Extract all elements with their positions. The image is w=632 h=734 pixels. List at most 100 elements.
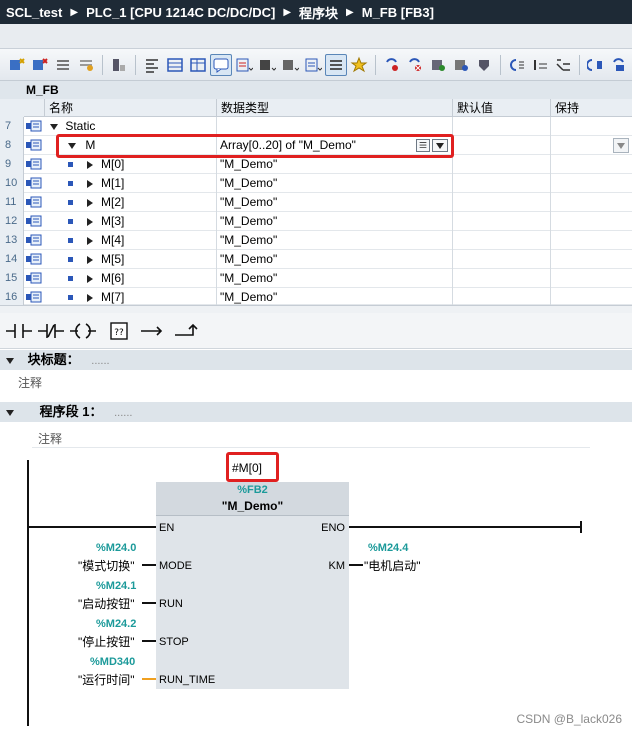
retain-dropdown-button[interactable] (613, 138, 629, 153)
column-header-datatype[interactable]: 数据类型 (216, 99, 452, 117)
row-datatype[interactable]: "M_Demo" (216, 212, 452, 231)
monitor-on-icon[interactable] (381, 54, 403, 76)
row-default[interactable] (452, 193, 550, 212)
km-operand[interactable]: "电机启动" (364, 557, 421, 574)
close-branch-icon[interactable] (172, 318, 202, 344)
plc-icon[interactable] (108, 54, 130, 76)
row-default[interactable] (452, 212, 550, 231)
operand-icon[interactable] (279, 54, 301, 76)
load-start-icon[interactable] (450, 54, 472, 76)
row-default[interactable] (452, 136, 550, 155)
static-icon (26, 215, 42, 227)
stop-address: %M24.2 (96, 618, 137, 630)
row-datatype[interactable]: "M_Demo" (216, 250, 452, 269)
row-default[interactable] (452, 174, 550, 193)
run-operand[interactable]: "启动按钮" (78, 595, 135, 612)
cross-reference-icon[interactable] (552, 54, 574, 76)
function-block[interactable]: %FB2 "M_Demo" EN ENO MODE KM RUN STOP RU… (156, 482, 349, 689)
block-title-placeholder[interactable]: ...... (91, 355, 109, 367)
instance-name[interactable]: #M[0] (232, 461, 262, 475)
comment-icon[interactable] (210, 53, 232, 76)
breadcrumb-plc[interactable]: PLC_1 [CPU 1214C DC/DC/DC] (86, 5, 275, 20)
coil-icon[interactable] (68, 318, 98, 344)
row-datatype[interactable]: "M_Demo" (216, 174, 452, 193)
network-comment[interactable]: 注释 (38, 430, 62, 447)
no-contact-icon[interactable] (4, 318, 34, 344)
compile-icon[interactable] (506, 54, 528, 76)
refresh-icon[interactable] (75, 54, 97, 76)
breadcrumb-block[interactable]: M_FB [FB3] (362, 5, 434, 20)
symbol-address-icon[interactable] (256, 54, 278, 76)
expand-icon[interactable] (87, 217, 93, 226)
row-default[interactable] (452, 269, 550, 288)
row-default[interactable] (452, 250, 550, 269)
network-title-placeholder[interactable]: ...... (114, 407, 132, 419)
address-display-icon[interactable] (302, 54, 324, 76)
network-section[interactable]: 程序段 1： ...... (0, 402, 632, 422)
insert-row-icon[interactable] (6, 54, 28, 76)
row-default[interactable] (452, 117, 550, 136)
expand-icon[interactable] (87, 274, 93, 283)
expand-icon[interactable] (87, 179, 93, 188)
table-row[interactable]: 10 M[1] "M_Demo" (0, 174, 632, 193)
call-structure-icon[interactable] (585, 54, 607, 76)
expand-icon[interactable] (87, 198, 93, 207)
row-retain[interactable] (550, 231, 632, 250)
static-icon (26, 120, 42, 132)
row-retain[interactable] (550, 212, 632, 231)
row-datatype[interactable]: "M_Demo" (216, 231, 452, 250)
goto-icon[interactable] (529, 54, 551, 76)
row-datatype[interactable]: "M_Demo" (216, 269, 452, 288)
favorite-icon[interactable] (348, 54, 370, 76)
table-row[interactable]: 15 M[6] "M_Demo" (0, 269, 632, 288)
mode-operand[interactable]: "模式切换" (78, 557, 135, 574)
network-view-icon[interactable] (325, 53, 347, 76)
snapshot-icon[interactable] (427, 54, 449, 76)
horizontal-scrollbar[interactable] (0, 305, 632, 313)
assignment-list-icon[interactable] (608, 54, 630, 76)
row-retain[interactable] (550, 250, 632, 269)
run-time-operand[interactable]: "运行时间" (78, 671, 135, 688)
fb-name[interactable]: "M_Demo" (156, 499, 349, 513)
column-header-retain[interactable]: 保持 (550, 99, 632, 117)
update-icon[interactable] (52, 54, 74, 76)
monitor-off-icon[interactable] (404, 54, 426, 76)
collapse-icon[interactable] (50, 123, 58, 130)
network-comment-area[interactable] (32, 426, 590, 448)
row-retain[interactable] (550, 155, 632, 174)
row-retain[interactable] (550, 117, 632, 136)
column-header-default[interactable]: 默认值 (452, 99, 550, 117)
delete-row-icon[interactable] (29, 54, 51, 76)
row-retain[interactable] (550, 193, 632, 212)
nc-contact-icon[interactable] (36, 318, 66, 344)
table-row[interactable]: 16 M[7] "M_Demo" (0, 288, 632, 307)
align-left-icon[interactable] (141, 54, 163, 76)
download-icon[interactable] (473, 54, 495, 76)
expand-icon[interactable] (87, 160, 93, 169)
collapse-icon[interactable] (6, 357, 14, 364)
table-row[interactable]: 13 M[4] "M_Demo" (0, 231, 632, 250)
open-branch-icon[interactable] (138, 318, 168, 344)
table-row[interactable]: 11 M[2] "M_Demo" (0, 193, 632, 212)
breadcrumb-project[interactable]: SCL_test (6, 5, 62, 20)
table-view-icon[interactable] (187, 54, 209, 76)
table-row[interactable]: 12 M[3] "M_Demo" (0, 212, 632, 231)
row-retain[interactable] (550, 174, 632, 193)
breadcrumb-folder[interactable]: 程序块 (299, 3, 338, 22)
collapse-icon[interactable] (6, 409, 14, 416)
row-retain[interactable] (550, 269, 632, 288)
row-default[interactable] (452, 155, 550, 174)
column-header-name[interactable]: 名称 (44, 99, 216, 117)
empty-box-icon[interactable]: ?? (104, 318, 134, 344)
row-datatype[interactable]: "M_Demo" (216, 193, 452, 212)
absolute-address-icon[interactable] (233, 54, 255, 76)
stop-operand[interactable]: "停止按钮" (78, 633, 135, 650)
row-default[interactable] (452, 231, 550, 250)
expand-icon[interactable] (87, 255, 93, 264)
list-view-icon[interactable] (164, 54, 186, 76)
table-row[interactable]: 14 M[5] "M_Demo" (0, 250, 632, 269)
expand-icon[interactable] (87, 236, 93, 245)
expand-icon[interactable] (87, 293, 93, 302)
block-title-section[interactable]: 块标题： ...... (0, 350, 632, 370)
block-comment[interactable]: 注释 (18, 374, 42, 391)
